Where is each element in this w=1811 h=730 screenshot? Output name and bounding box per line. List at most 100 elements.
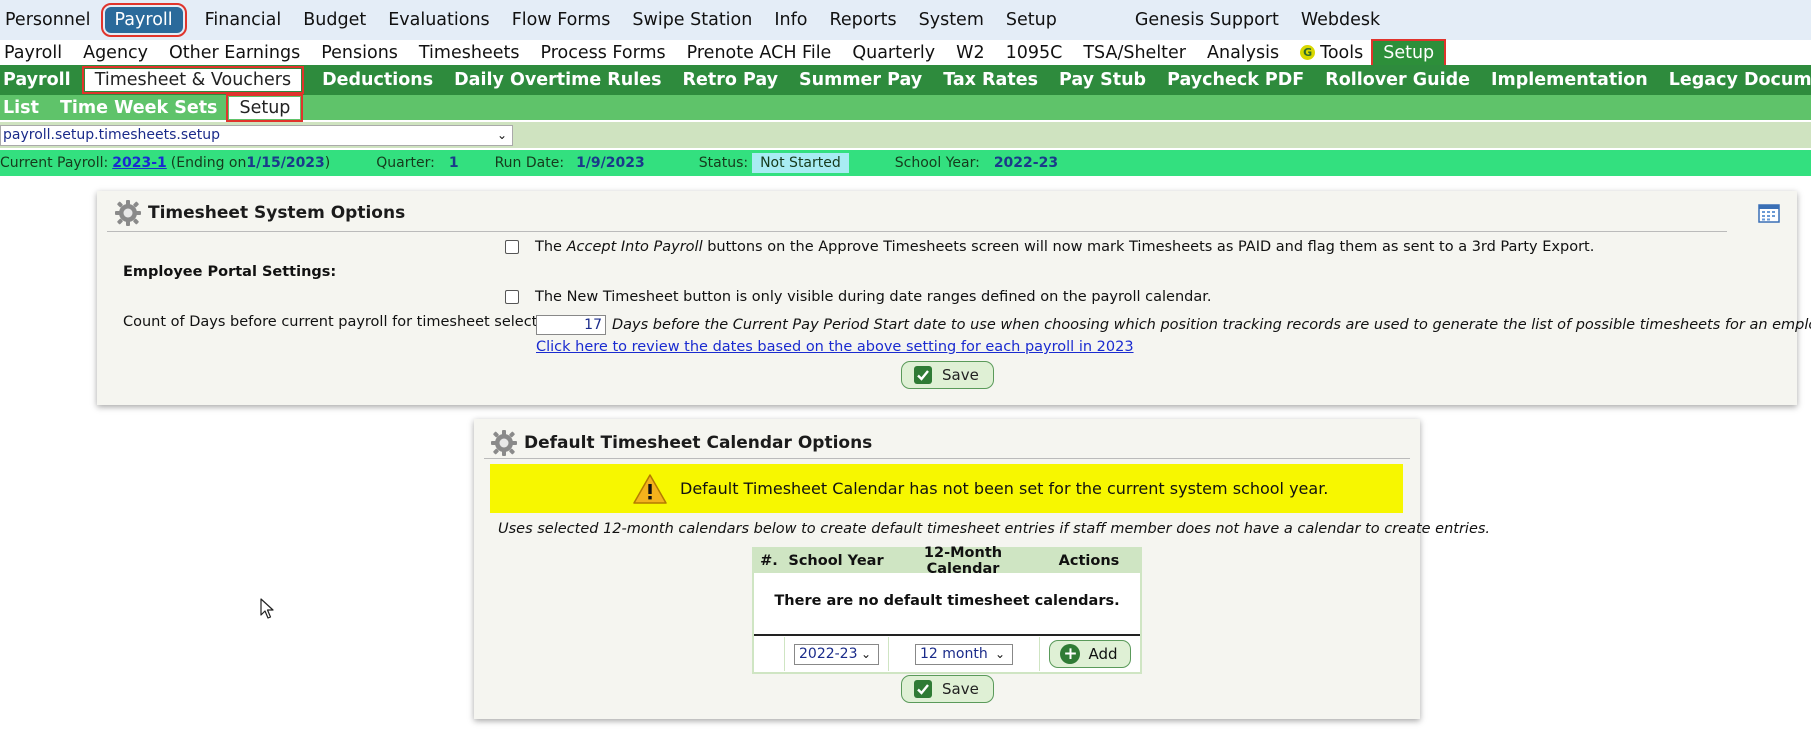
calendar-note: Uses selected 12-month calendars below t… bbox=[498, 521, 1491, 537]
chevron-down-icon: ⌄ bbox=[994, 647, 1005, 661]
genesis-g-icon: G bbox=[1300, 45, 1316, 60]
new-timesheet-checkbox[interactable] bbox=[505, 290, 519, 304]
panel-title-calendar-options: Default Timesheet Calendar Options bbox=[490, 429, 872, 457]
current-payroll-label: Current Payroll: bbox=[0, 155, 109, 171]
setup-nav-legacy-documents[interactable]: Legacy Documents bbox=[1669, 70, 1811, 90]
count-days-description: Days before the Current Pay Period Start… bbox=[612, 317, 1811, 333]
accept-into-payroll-row: The Accept Into Payroll buttons on the A… bbox=[505, 239, 1594, 255]
run-date-label: Run Date: bbox=[494, 155, 565, 171]
payroll-nav-payroll[interactable]: Payroll bbox=[4, 43, 62, 63]
payroll-nav-1095c[interactable]: 1095C bbox=[1006, 43, 1063, 63]
calendar-select-value: 12 month bbox=[920, 646, 988, 662]
setup-nav-pay-stub[interactable]: Pay Stub bbox=[1059, 70, 1146, 90]
col-school-year: School Year bbox=[788, 553, 884, 569]
timesheet-nav: List Time Week Sets Setup bbox=[0, 93, 1811, 122]
warning-banner: Default Timesheet Calendar has not been … bbox=[490, 464, 1403, 513]
setup-nav-tax-rates[interactable]: Tax Rates bbox=[943, 70, 1038, 90]
gear-icon bbox=[491, 430, 517, 456]
calendar-save-label: Save bbox=[942, 680, 979, 698]
checkmark-icon bbox=[914, 366, 932, 384]
table-header: #. School Year 12-Month Calendar Actions bbox=[754, 545, 1140, 577]
nav-setup[interactable]: Setup bbox=[1006, 10, 1057, 30]
calendar-options-title: Default Timesheet Calendar Options bbox=[524, 433, 873, 453]
col-number: #. bbox=[760, 553, 778, 569]
add-calendar-row: 2022-23 ⌄ 12 month ⌄ + Add bbox=[754, 634, 1140, 672]
nav-genesis-support[interactable]: Genesis Support bbox=[1135, 10, 1279, 30]
nav-swipe-station[interactable]: Swipe Station bbox=[632, 10, 752, 30]
calendar-icon[interactable] bbox=[1758, 203, 1780, 223]
payroll-nav-tsa-shelter[interactable]: TSA/Shelter bbox=[1083, 43, 1186, 63]
warning-text: Default Timesheet Calendar has not been … bbox=[680, 479, 1329, 498]
path-select[interactable]: payroll.setup.timesheets.setup ⌄ bbox=[0, 124, 513, 146]
quarter-value: 1 bbox=[448, 155, 459, 171]
system-options-title: Timesheet System Options bbox=[148, 203, 406, 223]
setup-nav-implementation[interactable]: Implementation bbox=[1491, 70, 1648, 90]
save-button[interactable]: Save bbox=[901, 361, 994, 389]
school-year-cell: 2022-23 ⌄ bbox=[785, 637, 889, 671]
payroll-nav-analysis[interactable]: Analysis bbox=[1207, 43, 1279, 63]
ending-prefix: (Ending on bbox=[170, 155, 247, 171]
timesheet-system-options-panel: Timesheet System Options The Accept Into… bbox=[97, 191, 1811, 405]
nav-info[interactable]: Info bbox=[774, 10, 807, 30]
nav-budget[interactable]: Budget bbox=[303, 10, 366, 30]
payroll-nav-tools[interactable]: G Tools bbox=[1300, 43, 1363, 63]
nav-system[interactable]: System bbox=[919, 10, 984, 30]
setup-nav-summer-pay[interactable]: Summer Pay bbox=[799, 70, 922, 90]
main-nav: Personnel Payroll Financial Budget Evalu… bbox=[0, 0, 1811, 40]
panel-title-system-options: Timesheet System Options bbox=[114, 199, 405, 227]
setup-nav: Payroll Timesheet & Vouchers Deductions … bbox=[0, 65, 1811, 95]
current-payroll-link[interactable]: 2023-1 bbox=[112, 155, 167, 171]
warning-icon bbox=[633, 473, 667, 504]
setup-nav-rollover-guide[interactable]: Rollover Guide bbox=[1325, 70, 1470, 90]
payroll-nav-w2[interactable]: W2 bbox=[956, 43, 984, 63]
row-number-cell bbox=[754, 637, 785, 671]
employee-portal-heading: Employee Portal Settings: bbox=[123, 264, 337, 280]
setup-nav-retro-pay[interactable]: Retro Pay bbox=[683, 70, 779, 90]
nav-evaluations[interactable]: Evaluations bbox=[388, 10, 489, 30]
add-button[interactable]: + Add bbox=[1049, 640, 1131, 668]
nav-personnel[interactable]: Personnel bbox=[5, 10, 91, 30]
count-days-label: Count of Days before current payroll for… bbox=[123, 314, 565, 330]
timesheet-nav-setup[interactable]: Setup bbox=[226, 93, 304, 122]
calendar-select[interactable]: 12 month ⌄ bbox=[915, 643, 1013, 665]
nav-financial[interactable]: Financial bbox=[205, 10, 282, 30]
payroll-nav-tools-label: Tools bbox=[1320, 42, 1364, 63]
nav-reports[interactable]: Reports bbox=[829, 10, 896, 30]
actions-cell: + Add bbox=[1040, 637, 1140, 671]
setup-nav-daily-overtime[interactable]: Daily Overtime Rules bbox=[454, 70, 661, 90]
timesheet-nav-time-week-sets[interactable]: Time Week Sets bbox=[60, 98, 218, 118]
panel-divider bbox=[107, 231, 1727, 232]
setup-nav-deductions[interactable]: Deductions bbox=[322, 70, 433, 90]
accept-text-em: Accept Into Payroll bbox=[566, 239, 703, 255]
quarter-label: Quarter: bbox=[376, 155, 435, 171]
col-actions: Actions bbox=[1058, 553, 1120, 569]
school-year-value: 2022-23 bbox=[993, 155, 1059, 171]
nav-webdesk[interactable]: Webdesk bbox=[1301, 10, 1380, 30]
timesheet-nav-list[interactable]: List bbox=[3, 98, 39, 118]
count-days-input[interactable]: 17 bbox=[536, 315, 606, 335]
status-bar: Current Payroll: 2023-1 (Ending on 1/15/… bbox=[0, 150, 1811, 176]
setup-nav-payroll[interactable]: Payroll bbox=[3, 70, 71, 90]
setup-nav-paycheck-pdf[interactable]: Paycheck PDF bbox=[1167, 70, 1304, 90]
payroll-nav-setup[interactable]: Setup bbox=[1371, 38, 1447, 67]
panel-divider bbox=[484, 458, 1410, 459]
payroll-nav-agency[interactable]: Agency bbox=[83, 43, 148, 63]
nav-payroll[interactable]: Payroll bbox=[100, 3, 187, 37]
payroll-nav-timesheets[interactable]: Timesheets bbox=[419, 43, 520, 63]
payroll-nav-other-earnings[interactable]: Other Earnings bbox=[169, 43, 300, 63]
payroll-nav-quarterly[interactable]: Quarterly bbox=[852, 43, 935, 63]
default-calendar-options-panel: Default Timesheet Calendar Options Defau… bbox=[474, 419, 1490, 719]
setup-nav-timesheet-vouchers[interactable]: Timesheet & Vouchers bbox=[81, 66, 305, 94]
payroll-nav-pensions[interactable]: Pensions bbox=[321, 43, 398, 63]
payroll-nav-process-forms[interactable]: Process Forms bbox=[540, 43, 665, 63]
plus-icon: + bbox=[1060, 644, 1081, 664]
save-label: Save bbox=[942, 366, 979, 384]
accept-into-payroll-checkbox[interactable] bbox=[505, 240, 519, 254]
calendar-save-button[interactable]: Save bbox=[901, 675, 994, 703]
nav-flow-forms[interactable]: Flow Forms bbox=[512, 10, 611, 30]
review-dates-link[interactable]: Click here to review the dates based on … bbox=[536, 339, 1134, 355]
payroll-nav-prenote-ach[interactable]: Prenote ACH File bbox=[687, 43, 832, 63]
add-label: Add bbox=[1088, 645, 1118, 663]
mouse-cursor-icon bbox=[260, 598, 274, 619]
school-year-select[interactable]: 2022-23 ⌄ bbox=[794, 643, 879, 665]
